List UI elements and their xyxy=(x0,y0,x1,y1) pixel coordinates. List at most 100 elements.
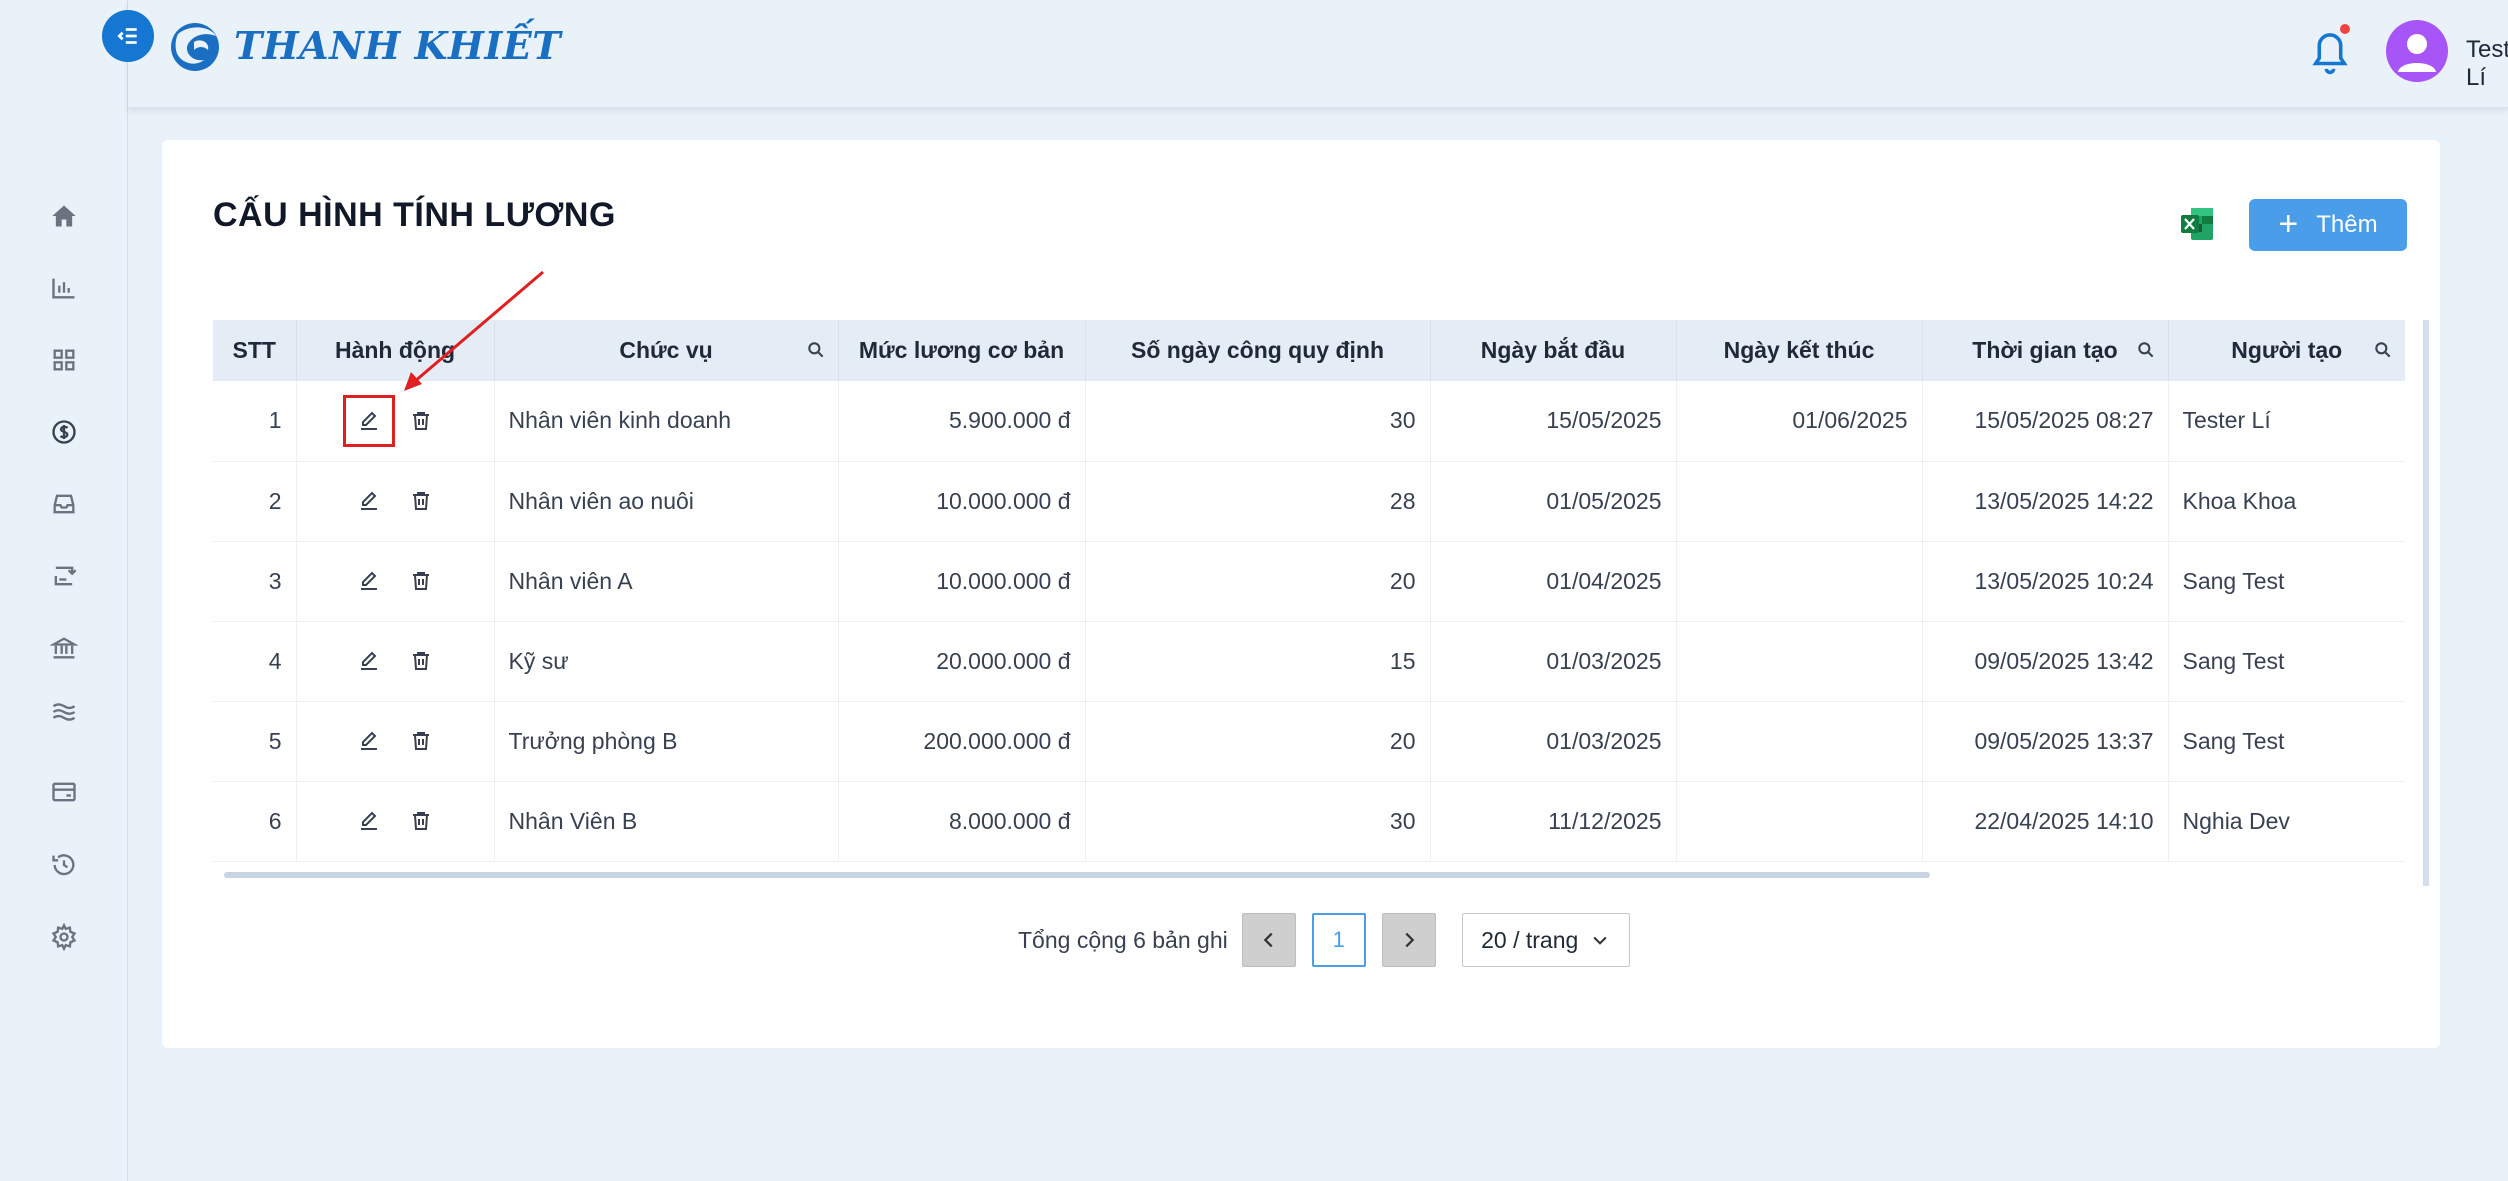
col-header-created-time-label: Thời gian tạo xyxy=(1972,337,2118,363)
transfer-icon[interactable] xyxy=(48,560,80,592)
user-name[interactable]: Tester Lí xyxy=(2466,36,2508,92)
col-header-position: Chức vụ xyxy=(494,320,839,381)
brand-logo[interactable]: THANH KHIẾT xyxy=(164,14,561,76)
edit-icon[interactable] xyxy=(354,646,384,676)
cell-stt: 3 xyxy=(213,541,297,622)
cell-base-salary: 5.900.000 đ xyxy=(838,381,1086,462)
cell-start-date: 11/12/2025 xyxy=(1430,781,1677,862)
col-header-creator-label: Người tạo xyxy=(2231,337,2343,363)
grid-icon[interactable] xyxy=(48,344,80,376)
bank-icon[interactable] xyxy=(48,632,80,664)
edit-icon[interactable] xyxy=(354,726,384,756)
page-size-select[interactable]: 20 / trang xyxy=(1461,913,1630,967)
cell-end-date xyxy=(1676,621,1923,702)
excel-export-icon[interactable] xyxy=(2177,204,2217,244)
cell-end-date: 01/06/2025 xyxy=(1676,381,1923,462)
cell-work-days: 15 xyxy=(1085,621,1431,702)
avatar[interactable] xyxy=(2386,20,2448,82)
cell-stt: 4 xyxy=(213,621,297,702)
cell-actions xyxy=(296,701,495,782)
cell-position: Nhân viên kinh doanh xyxy=(494,381,839,462)
col-header-start-date: Ngày bắt đầu xyxy=(1430,320,1677,381)
cell-end-date xyxy=(1676,461,1923,542)
page-title: CẤU HÌNH TÍNH LƯƠNG xyxy=(213,196,616,234)
cell-position: Nhân viên A xyxy=(494,541,839,622)
cell-stt: 2 xyxy=(213,461,297,542)
cell-start-date: 01/03/2025 xyxy=(1430,701,1677,782)
main-card: CẤU HÌNH TÍNH LƯƠNG + Thêm STT Hành động xyxy=(162,140,2440,1048)
history-icon[interactable] xyxy=(48,849,80,881)
col-header-position-label: Chức vụ xyxy=(619,337,713,363)
col-header-actions: Hành động xyxy=(296,320,495,381)
cell-end-date xyxy=(1676,541,1923,622)
chevron-right-icon xyxy=(1405,932,1415,948)
cell-work-days: 20 xyxy=(1085,541,1431,622)
table-row: 5 Trưởng phòng B 200.000.000 đ 20 01/03/2025… xyxy=(213,701,2405,782)
home-icon[interactable] xyxy=(48,200,80,232)
table-row: 1 Nhân viên kinh doanh 5.900.000 đ 30 15/05/… xyxy=(213,381,2405,462)
plus-icon: + xyxy=(2278,204,2299,243)
cell-start-date: 15/05/2025 xyxy=(1430,381,1677,462)
search-icon[interactable] xyxy=(2136,340,2156,360)
delete-icon[interactable] xyxy=(406,566,436,596)
cell-base-salary: 20.000.000 đ xyxy=(838,621,1086,702)
add-button-label: Thêm xyxy=(2316,211,2378,238)
notification-dot xyxy=(2340,24,2350,34)
cell-actions xyxy=(296,621,495,702)
edit-icon[interactable] xyxy=(354,566,384,596)
edit-icon[interactable] xyxy=(354,806,384,836)
cell-created-time: 15/05/2025 08:27 xyxy=(1922,381,2169,462)
cell-creator: Nghia Dev xyxy=(2168,781,2405,862)
cell-created-time: 09/05/2025 13:42 xyxy=(1922,621,2169,702)
table-row: 3 Nhân viên A 10.000.000 đ 20 01/04/2025 13/0… xyxy=(213,541,2405,622)
cell-base-salary: 8.000.000 đ xyxy=(838,781,1086,862)
logo-icon xyxy=(171,23,219,71)
delete-icon[interactable] xyxy=(406,486,436,516)
horizontal-scrollbar[interactable] xyxy=(224,872,1930,878)
search-icon[interactable] xyxy=(806,340,826,360)
page-number-button[interactable]: 1 xyxy=(1311,913,1366,967)
cell-stt: 6 xyxy=(213,781,297,862)
cell-creator: Sang Test xyxy=(2168,541,2405,622)
settings-icon[interactable] xyxy=(48,921,80,953)
cell-start-date: 01/05/2025 xyxy=(1430,461,1677,542)
inbox-icon[interactable] xyxy=(48,488,80,520)
cell-actions xyxy=(296,381,495,462)
next-page-button[interactable] xyxy=(1381,913,1436,967)
cell-created-time: 13/05/2025 10:24 xyxy=(1922,541,2169,622)
salary-config-table: STT Hành động Chức vụ Mức lương cơ bản S… xyxy=(213,320,2429,886)
add-button[interactable]: + Thêm xyxy=(2249,199,2407,251)
delete-icon[interactable] xyxy=(406,726,436,756)
delete-icon[interactable] xyxy=(406,806,436,836)
table-row: 4 Kỹ sư 20.000.000 đ 15 01/03/2025 09/05/2025… xyxy=(213,621,2405,702)
edit-icon[interactable] xyxy=(343,394,395,447)
chevron-left-icon xyxy=(1263,932,1273,948)
cell-creator: Tester Lí xyxy=(2168,381,2405,462)
edit-icon[interactable] xyxy=(354,486,384,516)
cell-actions xyxy=(296,461,495,542)
notification-bell-icon[interactable] xyxy=(2308,24,2352,76)
col-header-end-date: Ngày kết thúc xyxy=(1676,320,1923,381)
total-records: Tổng cộng 6 bản ghi xyxy=(1018,926,1228,953)
cell-actions xyxy=(296,781,495,862)
search-icon[interactable] xyxy=(2373,340,2393,360)
menu-toggle-button[interactable] xyxy=(102,10,154,62)
cell-creator: Sang Test xyxy=(2168,621,2405,702)
table-row: 6 Nhân Viên B 8.000.000 đ 30 11/12/2025 22/04… xyxy=(213,781,2405,862)
cell-created-time: 13/05/2025 14:22 xyxy=(1922,461,2169,542)
col-header-base-salary: Mức lương cơ bản xyxy=(838,320,1086,381)
table-row: 2 Nhân viên ao nuôi 10.000.000 đ 28 01/05/20… xyxy=(213,461,2405,542)
waves-icon[interactable] xyxy=(48,696,80,728)
card-icon[interactable] xyxy=(48,776,80,808)
prev-page-button[interactable] xyxy=(1241,913,1296,967)
cell-creator: Khoa Khoa xyxy=(2168,461,2405,542)
chevron-down-icon xyxy=(1593,936,1607,945)
cell-work-days: 30 xyxy=(1085,781,1431,862)
cell-position: Trưởng phòng B xyxy=(494,701,839,782)
menu-fold-icon xyxy=(117,28,137,44)
dollar-icon[interactable] xyxy=(48,416,80,448)
delete-icon[interactable] xyxy=(406,406,436,436)
delete-icon[interactable] xyxy=(406,646,436,676)
bar-chart-icon[interactable] xyxy=(48,272,80,304)
table-header-row: STT Hành động Chức vụ Mức lương cơ bản S… xyxy=(213,320,2405,381)
